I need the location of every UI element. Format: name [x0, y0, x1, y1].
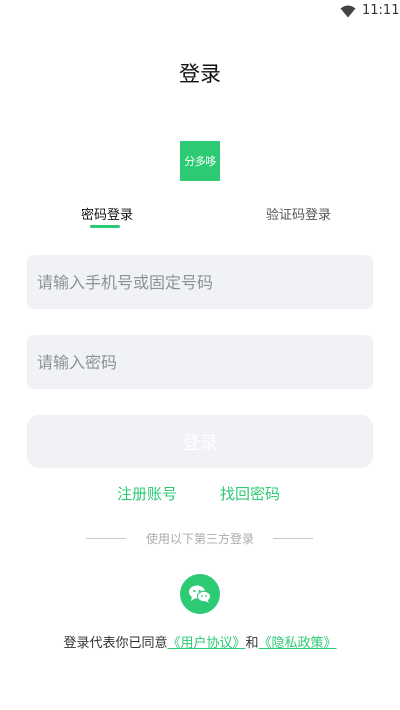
agreement-prefix: 登录代表你已同意	[63, 636, 168, 651]
page-title: 登录	[179, 62, 221, 86]
divider-right	[273, 538, 313, 539]
forgot-password-link[interactable]: 找回密码	[220, 483, 280, 504]
register-link[interactable]: 注册账号	[117, 483, 177, 504]
wifi-icon	[340, 5, 356, 18]
tab-password-login[interactable]: 密码登录	[81, 204, 133, 223]
login-button[interactable]: 登录	[27, 415, 373, 468]
wechat-icon	[189, 585, 211, 603]
status-bar: 11:11	[0, 0, 400, 24]
app-logo: 分多哆	[180, 141, 220, 181]
phone-input[interactable]	[27, 255, 373, 309]
agreement-and: 和	[245, 636, 259, 651]
privacy-policy-link[interactable]: 《隐私政策》	[259, 636, 337, 651]
wechat-login-button[interactable]	[180, 574, 220, 614]
logo-text: 分多哆	[184, 155, 216, 168]
active-tab-indicator	[90, 225, 120, 228]
password-input[interactable]	[27, 335, 373, 389]
user-agreement-link[interactable]: 《用户协议》	[167, 636, 245, 651]
third-party-label: 使用以下第三方登录	[145, 532, 254, 546]
agreement-text: 登录代表你已同意《用户协议》和《隐私政策》	[0, 632, 400, 651]
tab-code-login[interactable]: 验证码登录	[266, 204, 331, 223]
status-time: 11:11	[362, 3, 400, 18]
